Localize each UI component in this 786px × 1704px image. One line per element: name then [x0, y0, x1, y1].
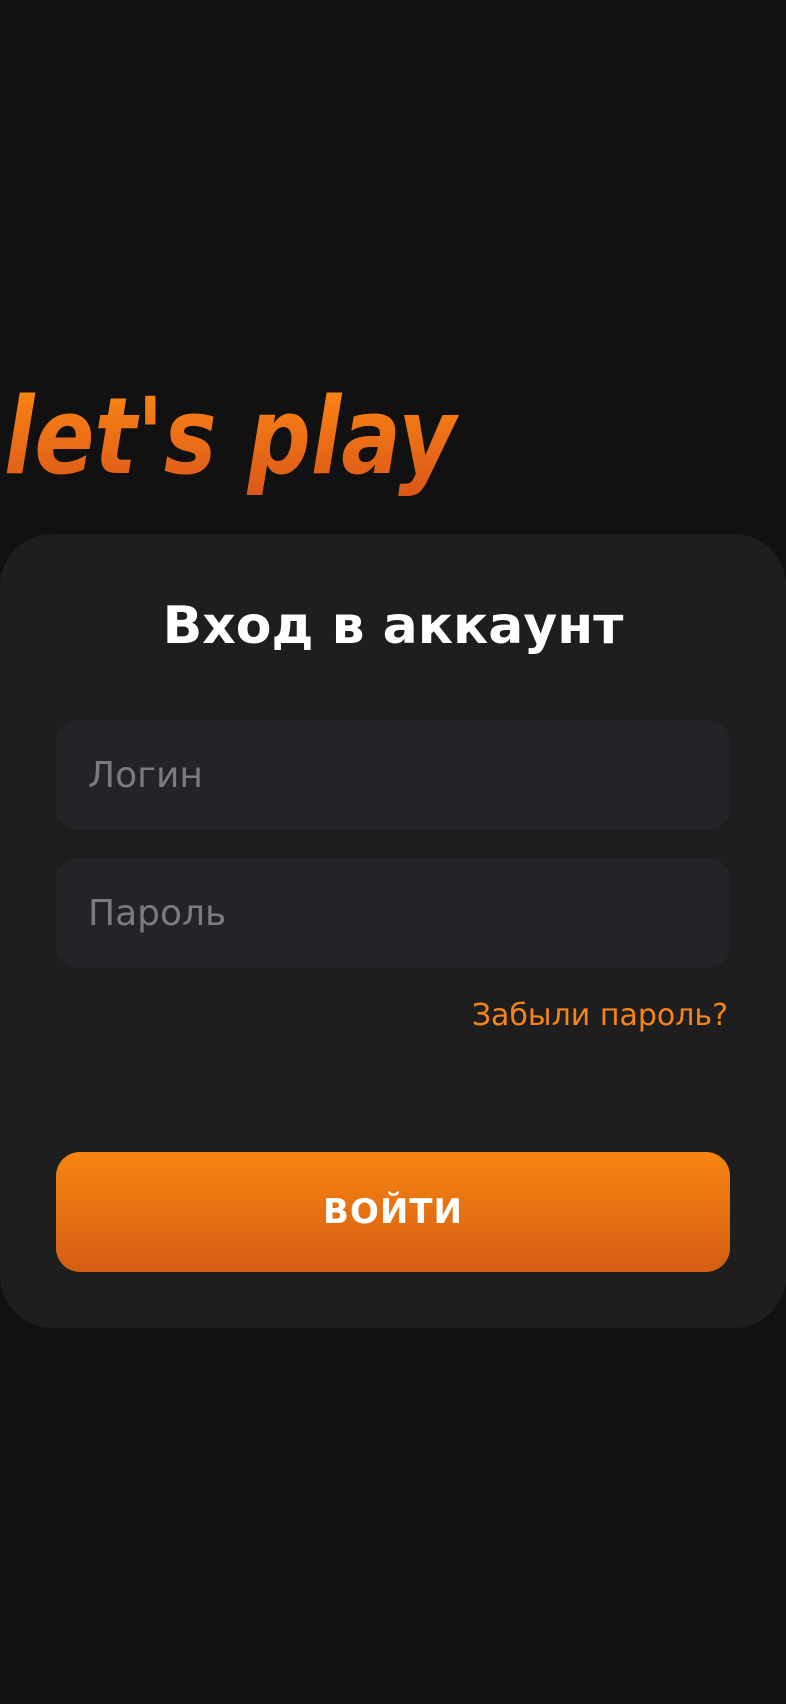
password-field[interactable] [56, 858, 730, 968]
login-card: Вход в аккаунт Забыли пароль? ВОЙТИ [0, 534, 786, 1328]
password-input[interactable] [56, 858, 730, 968]
login-field[interactable] [56, 720, 730, 830]
login-input[interactable] [56, 720, 730, 830]
login-title: Вход в аккаунт [162, 596, 624, 656]
login-button[interactable]: ВОЙТИ [56, 1152, 730, 1272]
logo-text: let's play [4, 385, 459, 498]
forgot-password-link[interactable]: Забыли пароль? [472, 994, 728, 1038]
logo-wordmark: let's play [4, 385, 459, 498]
logo: let's play [0, 385, 470, 503]
